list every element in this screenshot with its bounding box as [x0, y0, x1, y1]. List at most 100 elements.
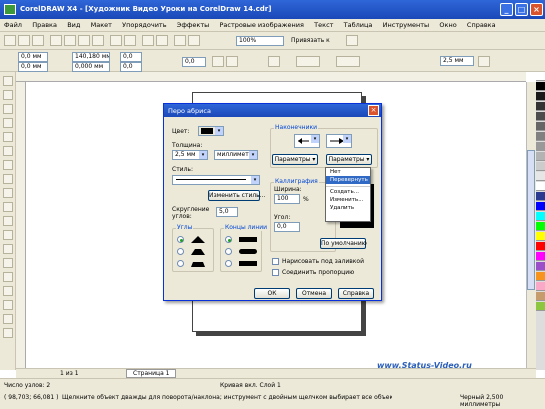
units-select[interactable]: миллиметры ▾	[214, 150, 258, 160]
swatch-50-black[interactable]	[536, 132, 545, 141]
swatch-green[interactable]	[536, 222, 545, 231]
dimension-tool-icon[interactable]	[3, 244, 13, 254]
menu-help[interactable]: Справка	[463, 19, 500, 29]
zoom-select[interactable]: 100%	[236, 36, 284, 46]
blend-tool-icon[interactable]	[3, 272, 13, 282]
pick-tool-icon[interactable]	[3, 76, 13, 86]
obj-width-field[interactable]: 140,180 мм	[72, 52, 110, 62]
basic-shapes-icon[interactable]	[3, 202, 13, 212]
line-style-icon[interactable]	[296, 56, 320, 67]
zoom-tool-icon[interactable]	[3, 118, 13, 128]
menu-window[interactable]: Окно	[435, 19, 460, 29]
menu-file[interactable]: Файл	[0, 19, 26, 29]
end-arrow-select[interactable]: ▾	[326, 134, 352, 148]
swatch-tan[interactable]	[536, 292, 545, 301]
rectangle-tool-icon[interactable]	[3, 160, 13, 170]
rotation-field[interactable]: 0,0	[182, 57, 206, 67]
menu-item-edit[interactable]: Изменить...	[326, 196, 370, 204]
obj-x-field[interactable]: 0,0 мм	[18, 52, 48, 62]
menu-view[interactable]: Вид	[63, 19, 84, 29]
close-button[interactable]: ×	[530, 3, 543, 16]
tab-page-1[interactable]: Страница 1	[126, 369, 177, 378]
menu-effects[interactable]: Эффекты	[173, 19, 214, 29]
menu-table[interactable]: Таблица	[340, 19, 377, 29]
swatch-40-black[interactable]	[536, 142, 545, 151]
swatch-navy[interactable]	[536, 192, 545, 201]
line-style-select[interactable]: ▾	[172, 175, 260, 185]
stretch-field[interactable]: 100	[274, 194, 300, 204]
ok-button[interactable]: ОК	[254, 288, 290, 299]
swatch-30-black[interactable]	[536, 152, 545, 161]
minimize-button[interactable]: _	[500, 3, 513, 16]
open-icon[interactable]	[18, 35, 30, 46]
outline-tool-icon[interactable]	[3, 300, 13, 310]
start-arrow-options-button[interactable]: Параметры ▾	[272, 154, 318, 165]
scale-x-field[interactable]: 0,0	[120, 52, 142, 62]
swatch-60-black[interactable]	[536, 122, 545, 131]
swatch-10-black[interactable]	[536, 172, 545, 181]
text-tool-icon[interactable]	[3, 216, 13, 226]
save-icon[interactable]	[32, 35, 44, 46]
corner-round-radio[interactable]	[177, 248, 184, 255]
swatch-lime[interactable]	[536, 302, 545, 311]
shape-tool-icon[interactable]	[3, 90, 13, 100]
paste-icon[interactable]	[92, 35, 104, 46]
obj-y-field[interactable]: 0,0 мм	[18, 62, 48, 72]
fill-tool-icon[interactable]	[3, 314, 13, 324]
swatch-yellow[interactable]	[536, 232, 545, 241]
table-tool-icon[interactable]	[3, 230, 13, 240]
import-icon[interactable]	[142, 35, 154, 46]
cap-square-radio[interactable]	[225, 260, 232, 267]
undo-icon[interactable]	[110, 35, 122, 46]
help-button[interactable]: Справка	[338, 288, 374, 299]
start-arrow-icon[interactable]	[268, 56, 280, 67]
print-icon[interactable]	[50, 35, 62, 46]
freehand-tool-icon[interactable]	[3, 132, 13, 142]
polygon-tool-icon[interactable]	[3, 188, 13, 198]
default-button[interactable]: По умолчанию	[320, 238, 367, 249]
smart-fill-icon[interactable]	[3, 146, 13, 156]
menu-item-delete[interactable]: Удалить	[326, 204, 370, 212]
app-launcher-icon[interactable]	[174, 35, 186, 46]
swatch-70-black[interactable]	[536, 112, 545, 121]
cap-round-radio[interactable]	[225, 248, 232, 255]
redo-icon[interactable]	[124, 35, 136, 46]
menu-item-new[interactable]: Создать...	[326, 186, 370, 196]
scale-y-field[interactable]: 0,0	[120, 62, 142, 72]
menu-layout[interactable]: Макет	[87, 19, 116, 29]
welcome-icon[interactable]	[188, 35, 200, 46]
obj-height-field[interactable]: 0,000 мм	[72, 62, 110, 72]
end-arrow-options-button[interactable]: Параметры ▾	[326, 154, 372, 165]
interactive-fill-icon[interactable]	[3, 328, 13, 338]
corner-miter-radio[interactable]	[177, 236, 184, 243]
menu-tools[interactable]: Инструменты	[379, 19, 434, 29]
swatch-cyan[interactable]	[536, 212, 545, 221]
cut-icon[interactable]	[64, 35, 76, 46]
wrap-text-icon[interactable]	[478, 56, 490, 67]
menu-item-swap[interactable]: Перевернуть	[326, 176, 370, 184]
behind-fill-checkbox[interactable]	[272, 258, 279, 265]
crop-tool-icon[interactable]	[3, 104, 13, 114]
swatch-pink[interactable]	[536, 282, 545, 291]
angle-field[interactable]: 0,0	[274, 222, 300, 232]
ellipse-tool-icon[interactable]	[3, 174, 13, 184]
swatch-80-black[interactable]	[536, 102, 545, 111]
swatch-orange[interactable]	[536, 272, 545, 281]
copy-icon[interactable]	[78, 35, 90, 46]
width-select[interactable]: 2,5 мм ▾	[172, 150, 208, 160]
snap-to-dropdown[interactable]: Привязать к	[288, 36, 340, 46]
dialog-close-button[interactable]: ×	[368, 105, 379, 116]
corner-bevel-radio[interactable]	[177, 260, 184, 267]
maximize-button[interactable]: □	[515, 3, 528, 16]
menu-arrange[interactable]: Упорядочить	[118, 19, 170, 29]
menu-edit[interactable]: Правка	[28, 19, 61, 29]
menu-text[interactable]: Текст	[310, 19, 337, 29]
swatch-white[interactable]	[536, 182, 545, 191]
miter-field[interactable]: 5,0	[216, 207, 238, 217]
start-arrow-select[interactable]: ▾	[294, 134, 320, 148]
scale-with-image-checkbox[interactable]	[272, 269, 279, 276]
swatch-black[interactable]	[536, 82, 545, 91]
menu-bitmaps[interactable]: Растровые изображения	[216, 19, 308, 29]
mirror-v-icon[interactable]	[226, 56, 238, 67]
swatch-20-black[interactable]	[536, 162, 545, 171]
